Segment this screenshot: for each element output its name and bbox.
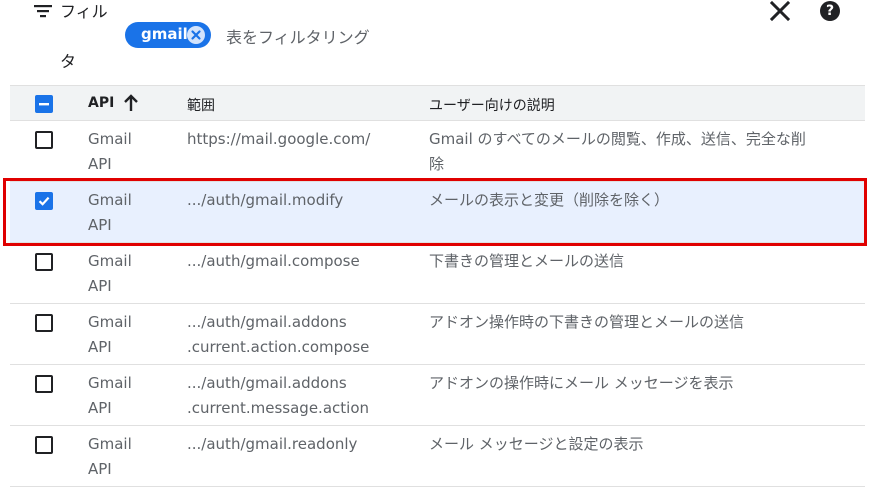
row-checkbox[interactable] bbox=[35, 253, 53, 271]
description-cell: メール メッセージと設定の表示 bbox=[429, 435, 644, 453]
api-cell: Gmail API bbox=[88, 374, 132, 417]
row-checkbox[interactable] bbox=[35, 131, 53, 149]
scope-cell: https://mail.google.com/ bbox=[187, 130, 371, 148]
scope-cell: .../auth/gmail.compose bbox=[187, 252, 360, 270]
filter-chip-gmail[interactable]: gmail bbox=[125, 22, 211, 48]
description-cell: Gmail のすべてのメールの閲覧、作成、送信、完全な削除 bbox=[429, 130, 806, 173]
column-header-scope: 範囲 bbox=[187, 98, 215, 114]
api-cell: Gmail API bbox=[88, 252, 132, 295]
arrow-up-icon[interactable] bbox=[123, 94, 139, 112]
api-cell: Gmail API bbox=[88, 191, 132, 234]
table-row[interactable]: Gmail API .../auth/gmail.compose 下書きの管理とメ… bbox=[10, 243, 865, 304]
column-header-description: ユーザー向けの説明 bbox=[429, 98, 555, 114]
close-icon[interactable] bbox=[768, 0, 792, 22]
table-header: API 範囲 ユーザー向けの説明 bbox=[10, 85, 865, 121]
row-checkbox[interactable] bbox=[35, 436, 53, 454]
table-row[interactable]: Gmail API https://mail.google.com/ Gmail … bbox=[10, 121, 865, 182]
row-checkbox[interactable] bbox=[35, 314, 53, 332]
filter-chip-label: gmail bbox=[141, 25, 188, 43]
filter-label: フィル bbox=[60, 2, 108, 21]
api-cell: Gmail API bbox=[88, 130, 132, 173]
api-cell: Gmail API bbox=[88, 313, 132, 356]
scope-cell: .../auth/gmail.addons .current.message.ac… bbox=[187, 374, 369, 417]
cancel-icon[interactable] bbox=[187, 26, 205, 44]
scope-cell: .../auth/gmail.addons .current.action.com… bbox=[187, 313, 370, 356]
description-cell: アドオン操作時の下書きの管理とメールの送信 bbox=[429, 313, 745, 331]
select-all-checkbox[interactable] bbox=[35, 95, 53, 113]
description-cell: 下書きの管理とメールの送信 bbox=[429, 252, 625, 270]
row-checkbox[interactable] bbox=[35, 192, 53, 210]
table-row[interactable]: Gmail API .../auth/gmail.readonly メール メッセ… bbox=[10, 426, 865, 487]
row-checkbox[interactable] bbox=[35, 375, 53, 393]
table-row[interactable]: Gmail API .../auth/gmail.addons .current.m… bbox=[10, 365, 865, 426]
table-row[interactable]: Gmail API .../auth/gmail.modify メールの表示と変更… bbox=[10, 182, 865, 243]
api-cell: Gmail API bbox=[88, 435, 132, 478]
scope-cell: .../auth/gmail.readonly bbox=[187, 435, 358, 453]
scope-cell: .../auth/gmail.modify bbox=[187, 191, 344, 209]
help-icon[interactable]: ? bbox=[820, 1, 840, 21]
filter-icon[interactable] bbox=[34, 4, 52, 18]
column-header-api[interactable]: API bbox=[88, 95, 114, 111]
filter-label-continued: タ bbox=[60, 52, 77, 71]
table-row[interactable]: Gmail API .../auth/gmail.addons .current.a… bbox=[10, 304, 865, 365]
filter-input[interactable]: 表をフィルタリング bbox=[226, 24, 370, 48]
description-cell: アドオンの操作時にメール メッセージを表示 bbox=[429, 374, 734, 392]
filter-bar: フィル タ gmail 表をフィルタリング ? bbox=[0, 0, 878, 80]
description-cell: メールの表示と変更（削除を除く） bbox=[429, 191, 670, 209]
